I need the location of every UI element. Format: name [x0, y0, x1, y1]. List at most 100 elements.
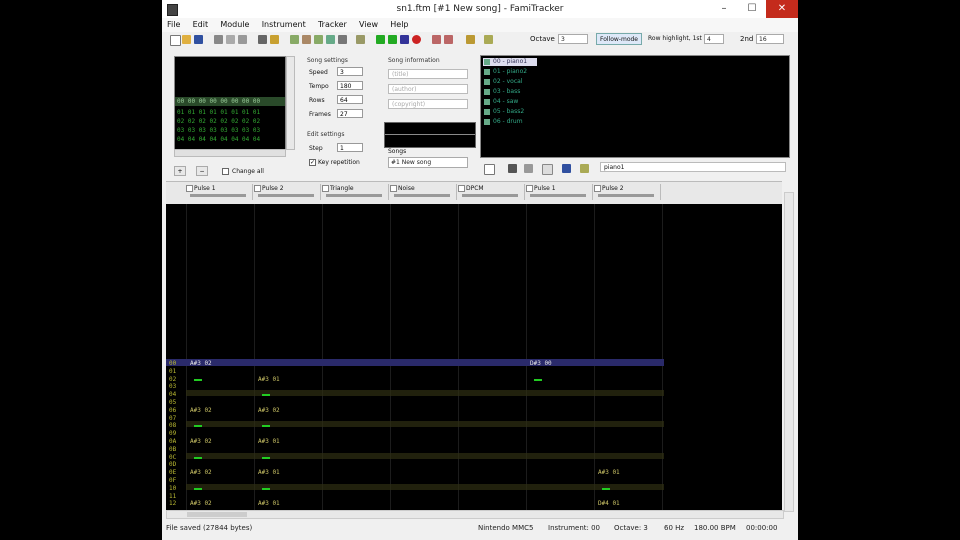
frame-row[interactable]: 04 04 04 04 04 04 04 04	[177, 136, 260, 143]
remove-frame-icon[interactable]	[302, 35, 311, 44]
edit-instrument-icon[interactable]	[580, 164, 589, 173]
channel-header-noise[interactable]: Noise	[390, 184, 457, 200]
record-icon[interactable]	[412, 35, 421, 44]
play-icon[interactable]	[376, 35, 385, 44]
frame-row[interactable]: 03 03 03 03 03 03 03 03	[177, 127, 260, 134]
about-icon[interactable]	[258, 35, 267, 44]
pattern-horizontal-scrollbar[interactable]	[166, 510, 784, 519]
pattern-vertical-scrollbar[interactable]	[784, 192, 794, 512]
frame-row[interactable]: 00 00 00 00 00 00 00 00	[177, 98, 260, 105]
row-highlight-second-spin[interactable]: 16	[756, 34, 784, 44]
pattern-note[interactable]: D#4 01	[598, 500, 620, 507]
instrument-editor-icon[interactable]	[484, 35, 493, 44]
previous-song-icon[interactable]	[432, 35, 441, 44]
instrument-item[interactable]: 02 - vocal	[483, 78, 522, 86]
key-repetition-checkbox[interactable]: ✓	[309, 159, 316, 166]
menu-file[interactable]: File	[162, 18, 185, 32]
save-icon[interactable]	[194, 35, 203, 44]
load-instrument-icon[interactable]	[542, 164, 553, 175]
tempo-spin[interactable]: 180	[337, 81, 363, 90]
channel-header-pulse1[interactable]: Pulse 1	[186, 184, 253, 200]
close-button[interactable]: ✕	[766, 0, 798, 18]
remove-instrument-icon[interactable]	[508, 164, 517, 173]
help-icon[interactable]	[270, 35, 279, 44]
song-copyright-field[interactable]: (copyright)	[388, 99, 468, 109]
instrument-item[interactable]: 01 - piano2	[483, 68, 527, 76]
instrument-list[interactable]: 00 - piano1 01 - piano2 02 - vocal 03 - …	[480, 55, 790, 158]
channel-enable-checkbox[interactable]	[594, 185, 601, 192]
frame-horizontal-scrollbar[interactable]	[174, 149, 286, 157]
paste-icon[interactable]	[238, 35, 247, 44]
speed-spin[interactable]: 3	[337, 67, 363, 76]
copy-icon[interactable]	[226, 35, 235, 44]
minimize-button[interactable]: –	[710, 0, 738, 18]
frame-row[interactable]: 02 02 02 02 02 02 02 02	[177, 118, 260, 125]
pattern-note[interactable]: A#3 02	[258, 407, 280, 414]
frame-inc-button[interactable]: +	[174, 166, 186, 176]
cut-icon[interactable]	[214, 35, 223, 44]
duplicate-frame-icon[interactable]	[338, 35, 347, 44]
instrument-item[interactable]: 05 - bass2	[483, 108, 524, 116]
pattern-note[interactable]: A#3 02	[190, 407, 212, 414]
channel-header-triangle[interactable]: Triangle	[322, 184, 389, 200]
stop-icon[interactable]	[400, 35, 409, 44]
channel-header-pulse2[interactable]: Pulse 2	[254, 184, 321, 200]
song-author-field[interactable]: (author)	[388, 84, 468, 94]
open-folder-icon[interactable]	[182, 35, 191, 44]
follow-mode-button[interactable]: Follow-mode	[596, 33, 642, 45]
pattern-note[interactable]: A#3 01	[258, 469, 280, 476]
menu-edit[interactable]: Edit	[188, 18, 214, 32]
menu-view[interactable]: View	[354, 18, 383, 32]
channel-header-dpcm[interactable]: DPCM	[458, 184, 525, 200]
new-file-icon[interactable]	[170, 35, 181, 46]
frame-dec-button[interactable]: −	[196, 166, 208, 176]
channel-enable-checkbox[interactable]	[458, 185, 465, 192]
pattern-note[interactable]: A#3 02	[190, 469, 212, 476]
pattern-editor[interactable]: 00 01 02 03 04 05 06 07 08 09 0A 0B 0C 0D 0E 0F 10 11 12 A#…	[166, 204, 782, 510]
rows-spin[interactable]: 64	[337, 95, 363, 104]
module-properties-icon[interactable]	[356, 35, 365, 44]
frame-row[interactable]: 01 01 01 01 01 01 01 01	[177, 109, 260, 116]
clone-instrument-icon[interactable]	[524, 164, 533, 173]
channel-enable-checkbox[interactable]	[390, 185, 397, 192]
menu-module[interactable]: Module	[215, 18, 254, 32]
pattern-note[interactable]: A#3 01	[258, 376, 280, 383]
pattern-note[interactable]: A#3 02	[190, 438, 212, 445]
instrument-item[interactable]: 06 - drum	[483, 118, 523, 126]
song-select[interactable]: #1 New song	[388, 157, 468, 168]
save-instrument-icon[interactable]	[562, 164, 571, 173]
scrollbar-thumb[interactable]	[187, 512, 247, 517]
maximize-button[interactable]: ☐	[738, 0, 766, 18]
step-spin[interactable]: 1	[337, 143, 363, 152]
settings-icon[interactable]	[466, 35, 475, 44]
change-all-checkbox[interactable]	[222, 168, 229, 175]
octave-select[interactable]: 3	[558, 34, 588, 44]
frames-spin[interactable]: 27	[337, 109, 363, 118]
next-song-icon[interactable]	[444, 35, 453, 44]
channel-header-mmc5-pulse2[interactable]: Pulse 2	[594, 184, 661, 200]
menu-help[interactable]: Help	[385, 18, 413, 32]
instrument-item[interactable]: 03 - bass	[483, 88, 520, 96]
menu-instrument[interactable]: Instrument	[257, 18, 311, 32]
song-title-field[interactable]: (title)	[388, 69, 468, 79]
pattern-note[interactable]: A#3 02	[190, 360, 212, 367]
channel-enable-checkbox[interactable]	[322, 185, 329, 192]
pattern-note[interactable]: A#3 01	[598, 469, 620, 476]
instrument-name-field[interactable]: piano1	[600, 162, 786, 172]
frame-list[interactable]: 00 00 00 00 00 00 00 00 01 01 01 01 01 0…	[174, 56, 286, 150]
pattern-note[interactable]: A#3 01	[258, 500, 280, 507]
play-loop-icon[interactable]	[388, 35, 397, 44]
menu-tracker[interactable]: Tracker	[313, 18, 352, 32]
instrument-item[interactable]: 00 - piano1	[483, 58, 537, 66]
insert-frame-icon[interactable]	[290, 35, 299, 44]
pattern-note[interactable]: A#3 02	[190, 500, 212, 507]
move-frame-down-icon[interactable]	[314, 35, 323, 44]
instrument-item[interactable]: 04 - saw	[483, 98, 518, 106]
row-highlight-first-spin[interactable]: 4	[704, 34, 724, 44]
channel-header-mmc5-pulse1[interactable]: Pulse 1	[526, 184, 593, 200]
pattern-note[interactable]: A#3 01	[258, 438, 280, 445]
new-instrument-icon[interactable]	[484, 164, 495, 175]
channel-enable-checkbox[interactable]	[254, 185, 261, 192]
move-frame-up-icon[interactable]	[326, 35, 335, 44]
frame-vertical-scrollbar[interactable]	[286, 56, 295, 150]
